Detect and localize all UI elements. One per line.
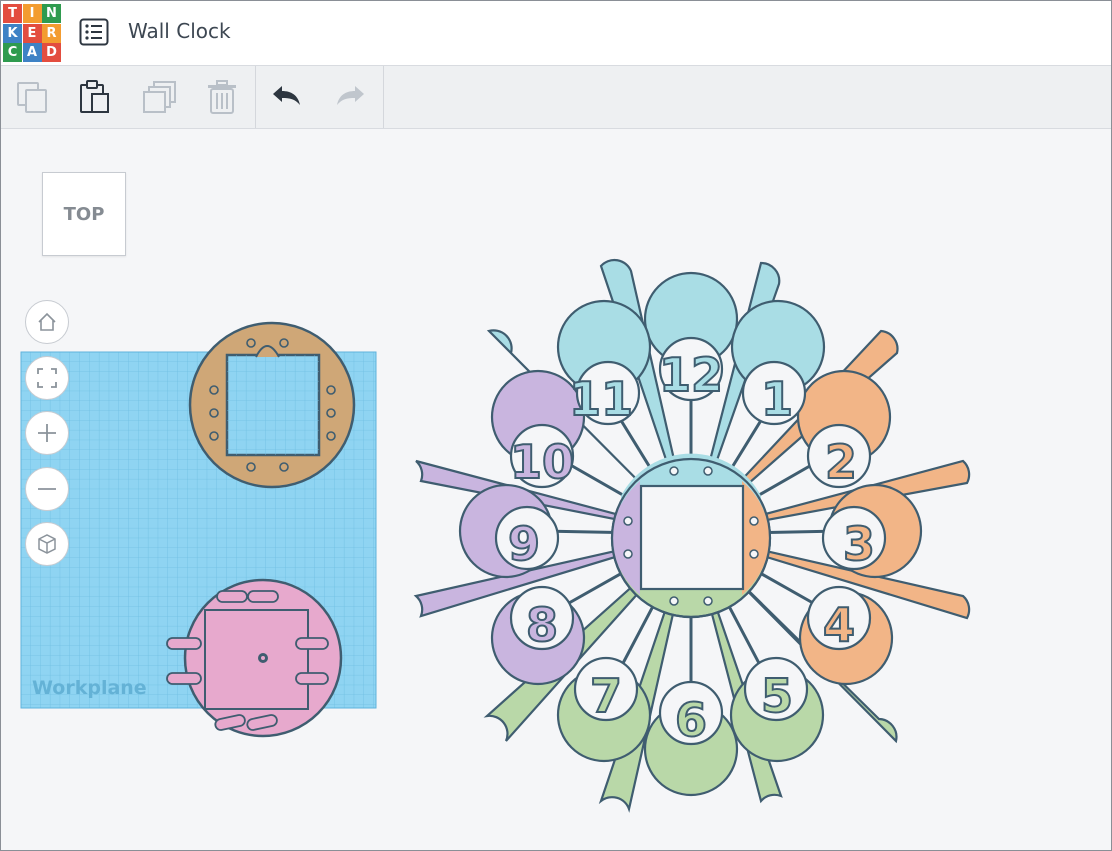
orthographic-view-icon xyxy=(38,534,56,554)
paste-icon xyxy=(80,80,109,113)
top-bar: T I N K E R C A D Wall Clock xyxy=(1,1,1111,66)
logo-letter: A xyxy=(22,43,42,62)
clock-number: 6 xyxy=(675,693,707,747)
logo-letter: K xyxy=(3,23,22,43)
clock-number: 1 xyxy=(761,372,793,426)
undo-arrow-icon xyxy=(273,86,300,105)
list-icon xyxy=(79,18,109,46)
design-title[interactable]: Wall Clock xyxy=(128,19,231,43)
home-view-button[interactable] xyxy=(25,300,69,344)
tinkercad-editor: T I N K E R C A D Wall Clock TOP Workpla… xyxy=(0,0,1112,851)
fit-all-icon xyxy=(37,368,57,388)
clock-number: 9 xyxy=(508,517,540,571)
clock-number: 4 xyxy=(823,598,855,652)
toolbar-separator xyxy=(255,66,256,128)
copy-icon xyxy=(17,82,47,113)
fit-all-button[interactable] xyxy=(25,356,69,400)
home-icon xyxy=(38,312,56,331)
workplane-canvas[interactable]: 12 1 2 3 4 5 6 7 8 9 10 11 xyxy=(1,129,1111,850)
clock-number: 3 xyxy=(843,517,875,571)
logo-letter: R xyxy=(42,23,61,43)
duplicate-icon xyxy=(143,81,176,113)
wall-clock-shape[interactable]: 12 1 2 3 4 5 6 7 8 9 10 11 xyxy=(413,258,971,813)
design-list-button[interactable] xyxy=(79,18,109,46)
clock-number: 11 xyxy=(569,372,633,426)
logo-letter: D xyxy=(42,43,61,62)
trash-icon xyxy=(208,80,236,114)
paste-button[interactable] xyxy=(77,79,113,115)
ortho-view-button[interactable] xyxy=(25,522,69,566)
redo-arrow-icon xyxy=(337,86,364,105)
workplane-label: Workplane xyxy=(32,677,147,699)
toolbar-separator xyxy=(383,66,384,128)
zoom-out-button[interactable] xyxy=(25,467,69,511)
zoom-in-icon xyxy=(38,424,56,442)
duplicate-button[interactable] xyxy=(142,79,178,115)
clock-number: 2 xyxy=(825,435,857,489)
zoom-out-icon xyxy=(38,488,56,490)
logo-letter: I xyxy=(22,4,42,23)
clock-center-hub xyxy=(610,453,772,619)
logo-letter: E xyxy=(22,23,42,43)
clock-number: 7 xyxy=(590,669,622,723)
clock-number: 5 xyxy=(761,669,793,723)
copy-button[interactable] xyxy=(15,79,51,115)
redo-button[interactable] xyxy=(332,79,368,115)
frame-disc-shape[interactable] xyxy=(188,321,356,489)
delete-button[interactable] xyxy=(204,79,240,115)
logo-letter: C xyxy=(3,43,22,62)
clock-number: 12 xyxy=(659,348,723,402)
clock-number: 10 xyxy=(510,435,574,489)
logo-letter: T xyxy=(3,4,22,23)
zoom-in-button[interactable] xyxy=(25,411,69,455)
undo-button[interactable] xyxy=(269,79,305,115)
clock-number: 8 xyxy=(526,598,558,652)
tinkercad-logo[interactable]: T I N K E R C A D xyxy=(3,4,61,62)
logo-letter: N xyxy=(42,4,61,23)
edit-toolbar xyxy=(1,66,1111,129)
